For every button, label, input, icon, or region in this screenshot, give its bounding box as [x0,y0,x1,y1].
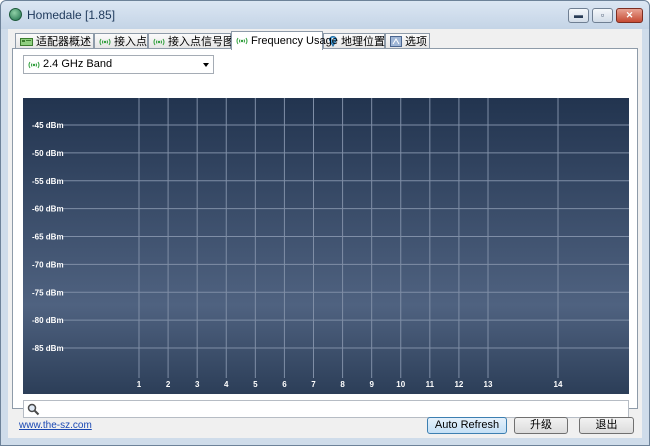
tab-label: 适配器概述 [36,36,91,48]
tab-label: 地理位置 [341,36,385,48]
chart-x-tick-label: 12 [454,380,463,389]
wifi-icon [28,59,40,73]
chart-background [23,98,629,394]
auto-refresh-button[interactable]: Auto Refresh [427,417,507,434]
tab-ap-signal-graph[interactable]: 接入点信号图 [148,33,234,49]
chart-x-tick-label: 11 [426,380,435,389]
upgrade-button[interactable]: 升级 [514,417,568,434]
website-link[interactable]: www.the-sz.com [19,420,92,431]
chevron-down-icon[interactable] [203,63,209,67]
window-title: Homedale [1.85] [27,8,116,22]
chart-y-tick-labels: -45 dBm -50 dBm -55 dBm -60 dBm -65 dBm -70 d… [32,121,64,353]
minimize-button[interactable]: ▬ [568,8,589,23]
chart-x-tick-label: 14 [554,380,563,389]
chart-x-tick-label: 4 [224,380,229,389]
filter-box[interactable] [23,400,629,418]
chart-x-tick-label: 8 [340,380,345,389]
chart-y-tick-label: -45 dBm [32,121,64,130]
chart-x-tick-label: 5 [253,380,258,389]
tab-label: 选项 [405,36,427,48]
chart-x-tick-label: 6 [282,380,287,389]
chart-y-tick-label: -75 dBm [32,288,64,297]
tab-options[interactable]: 选项 [385,33,430,49]
tab-label: 接入点 [114,36,147,48]
tab-adapter-overview[interactable]: 适配器概述 [15,33,94,49]
tab-frequency-usage[interactable]: Frequency Usage [231,31,338,50]
wifi-icon [236,35,248,50]
chart-x-tick-label: 13 [484,380,493,389]
chart-y-tick-label: -55 dBm [32,177,64,186]
close-button[interactable]: ✕ [616,8,643,23]
chart-x-tick-label: 7 [311,380,316,389]
chart-x-tick-label: 9 [369,380,374,389]
frequency-usage-chart: -45 dBm -50 dBm -55 dBm -60 dBm -65 dBm -70 d… [23,98,629,394]
client-area: 适配器概述 接入点 接入点信号图 Frequency Usage 地理位置 选项… [8,29,642,438]
app-window: Homedale [1.85] ▬ ▫ ✕ 适配器概述 接入点 接入点信号图 F… [0,0,650,446]
band-dropdown-value: 2.4 GHz Band [43,58,113,70]
app-logo-icon [9,8,22,21]
chart-x-tick-label: 10 [396,380,405,389]
chart-y-tick-label: -80 dBm [32,316,64,325]
tab-strip: 适配器概述 接入点 接入点信号图 Frequency Usage 地理位置 选项 [12,31,638,50]
search-input[interactable] [44,402,624,416]
chart-x-tick-label: 3 [195,380,200,389]
exit-button[interactable]: 退出 [579,417,634,434]
title-bar[interactable]: Homedale [1.85] ▬ ▫ ✕ [1,1,649,29]
chart-y-tick-label: -50 dBm [32,149,64,158]
tab-label: 接入点信号图 [168,36,234,48]
chart-y-tick-label: -70 dBm [32,260,64,269]
band-dropdown[interactable]: 2.4 GHz Band [23,55,214,74]
restore-button[interactable]: ▫ [592,8,613,23]
chart-y-tick-label: -60 dBm [32,205,64,214]
chart-x-tick-label: 1 [137,380,142,389]
frequency-usage-panel: 2.4 GHz Band -45 dBm -50 dBm -55 dBm -60 dB… [12,48,638,418]
chart-y-tick-label: -85 dBm [32,344,64,353]
chart-y-tick-label: -65 dBm [32,233,64,242]
search-icon [27,403,40,419]
tab-label: Frequency Usage [251,35,338,47]
tab-access-points[interactable]: 接入点 [94,33,148,49]
chart-x-tick-label: 2 [166,380,171,389]
